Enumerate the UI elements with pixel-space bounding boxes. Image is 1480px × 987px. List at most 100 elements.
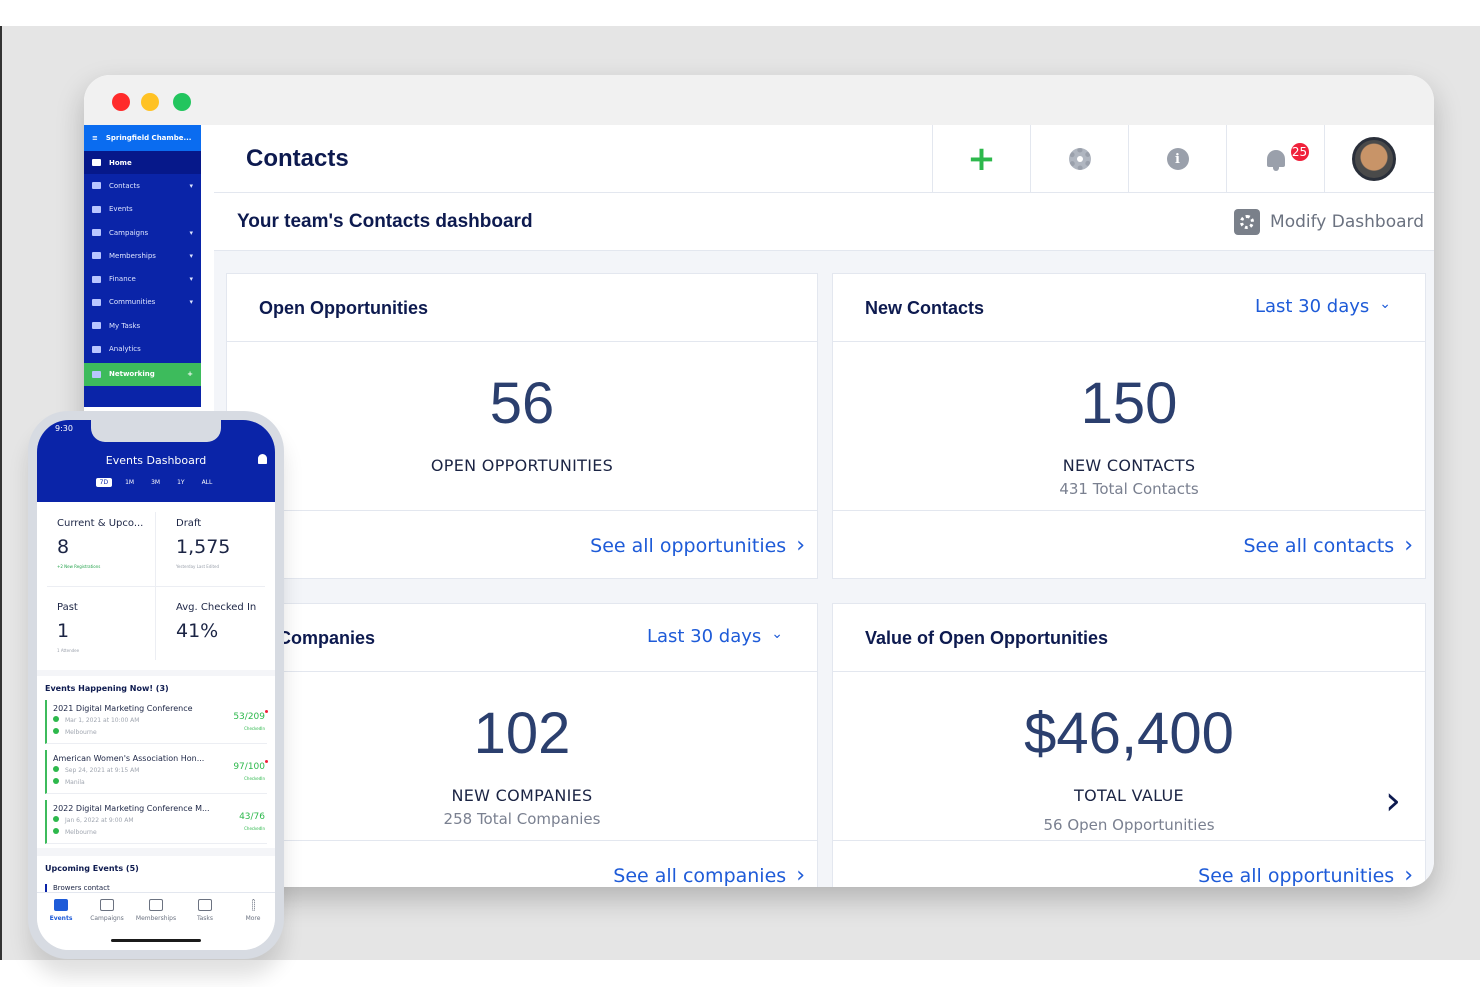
maximize-window-button[interactable] bbox=[173, 93, 191, 111]
sidebar-item-label: Home bbox=[109, 158, 132, 167]
tab-tasks[interactable]: Tasks bbox=[181, 899, 229, 922]
phone-screen: 9:30 Events Dashboard 7D 1M 3M 1Y ALL Cu… bbox=[37, 420, 275, 950]
browser-window: ≡ Springfield Chambe... Home Contacts ▾ E… bbox=[84, 75, 1434, 887]
dashboard-header: Your team's Contacts dashboard Modify Da… bbox=[214, 193, 1434, 251]
stat-value: 1 bbox=[57, 620, 70, 642]
range-1y[interactable]: 1Y bbox=[173, 478, 188, 487]
metric-label: OPEN OPPORTUNITIES bbox=[430, 456, 614, 475]
sidebar-item-finance[interactable]: Finance ▾ bbox=[84, 267, 201, 290]
list-item[interactable]: 2022 Digital Marketing Conference M... J… bbox=[45, 800, 267, 844]
date-range-dropdown[interactable]: Last 30 days bbox=[1255, 296, 1391, 317]
sidebar-item-campaigns[interactable]: Campaigns ▾ bbox=[84, 221, 201, 244]
tab-label: Events bbox=[49, 915, 73, 922]
modify-dashboard-button[interactable]: Modify Dashboard bbox=[1234, 209, 1424, 235]
sidebar-item-label: Finance bbox=[109, 275, 136, 284]
range-selector: 7D 1M 3M 1Y ALL bbox=[37, 478, 275, 487]
info-button[interactable]: i bbox=[1128, 125, 1226, 193]
sidebar-item-label: Memberships bbox=[109, 251, 156, 260]
send-icon bbox=[100, 899, 114, 911]
sidebar-item-contacts[interactable]: Contacts ▾ bbox=[84, 174, 201, 197]
phone-stats: Current & Upco... 8 +2 New Registrations… bbox=[37, 502, 275, 670]
tab-campaigns[interactable]: Campaigns bbox=[83, 899, 131, 922]
task-icon bbox=[198, 899, 212, 911]
clock-icon bbox=[53, 716, 59, 722]
stat-note: 1 Attendee bbox=[57, 648, 80, 653]
tab-events[interactable]: Events bbox=[37, 899, 85, 922]
stat-avg-checked-in[interactable]: Avg. Checked In 41% bbox=[156, 586, 275, 670]
chevron-down-icon: ▾ bbox=[189, 181, 193, 190]
metric-value: 102 bbox=[473, 701, 571, 766]
event-name: 2022 Digital Marketing Conference M... bbox=[53, 804, 210, 813]
backdrop: ≡ Springfield Chambe... Home Contacts ▾ E… bbox=[0, 26, 1480, 960]
sidebar-item-memberships[interactable]: Memberships ▾ bbox=[84, 244, 201, 267]
sidebar-item-networking[interactable]: Networking + bbox=[84, 362, 201, 386]
see-all-opportunities-link[interactable]: See all opportunities bbox=[590, 533, 805, 558]
location-pin-icon bbox=[53, 728, 59, 734]
see-all-companies-link[interactable]: See all companies bbox=[613, 863, 805, 887]
range-1m[interactable]: 1M bbox=[121, 478, 138, 487]
chevron-right-icon[interactable]: › bbox=[1385, 778, 1401, 824]
tab-more[interactable]: More bbox=[229, 899, 275, 922]
gear-icon bbox=[1068, 148, 1091, 170]
list-item[interactable]: 2021 Digital Marketing Conference Mar 1,… bbox=[45, 700, 268, 744]
checkin-label: CheckedIn bbox=[244, 776, 265, 781]
sidebar-item-events[interactable]: Events bbox=[84, 198, 201, 221]
share-icon bbox=[92, 370, 101, 378]
range-7d[interactable]: 7D bbox=[95, 478, 113, 487]
close-window-button[interactable] bbox=[112, 93, 130, 111]
metric-subtext: 431 Total Contacts bbox=[1059, 480, 1199, 498]
metric-value: 150 bbox=[1080, 371, 1178, 436]
range-all[interactable]: ALL bbox=[198, 478, 217, 487]
chevron-down-icon: ▾ bbox=[189, 275, 193, 284]
card-title: Value of Open Opportunities bbox=[865, 628, 1109, 648]
location-pin-icon bbox=[53, 828, 59, 834]
chevron-down-icon: ▾ bbox=[189, 228, 193, 237]
user-menu-button[interactable] bbox=[1324, 125, 1422, 193]
task-icon bbox=[92, 322, 101, 330]
add-button[interactable]: + bbox=[932, 125, 1030, 193]
calendar-icon bbox=[92, 205, 101, 213]
date-range-dropdown[interactable]: Last 30 days bbox=[647, 626, 783, 647]
sidebar-item-home[interactable]: Home bbox=[84, 151, 201, 175]
sidebar-item-analytics[interactable]: Analytics bbox=[84, 337, 201, 360]
hamburger-icon[interactable]: ≡ bbox=[92, 134, 98, 142]
settings-button[interactable] bbox=[1030, 125, 1128, 193]
stat-current-upcoming[interactable]: Current & Upco... 8 +2 New Registrations bbox=[37, 502, 156, 586]
bell-icon: 25 bbox=[1265, 141, 1311, 171]
stat-value: 8 bbox=[57, 536, 70, 558]
bell-icon[interactable] bbox=[258, 454, 267, 464]
crown-icon bbox=[149, 899, 163, 911]
stat-draft[interactable]: Draft 1,575 Yesterday Last Edited bbox=[156, 502, 275, 586]
section-title: Events Happening Now! (3) bbox=[45, 684, 169, 693]
dashboard-content: Open Opportunities 56 OPEN OPPORTUNITIES… bbox=[214, 251, 1434, 887]
sidebar-item-communities[interactable]: Communities ▾ bbox=[84, 291, 201, 314]
notifications-button[interactable]: 25 bbox=[1226, 125, 1324, 193]
stat-label: Past bbox=[57, 602, 78, 613]
event-date: Mar 1, 2021 at 10:00 AM bbox=[65, 717, 140, 724]
more-vertical-icon bbox=[251, 899, 255, 911]
range-3m[interactable]: 3M bbox=[147, 478, 164, 487]
card-open-opportunities: Open Opportunities 56 OPEN OPPORTUNITIES… bbox=[226, 273, 818, 579]
tab-label: Campaigns bbox=[90, 915, 124, 922]
stat-value: 1,575 bbox=[176, 536, 231, 558]
upcoming-events: Upcoming Events (5) Browers contact bbox=[37, 856, 275, 896]
live-dot bbox=[265, 760, 268, 763]
stat-past[interactable]: Past 1 1 Attendee bbox=[37, 586, 156, 670]
chevron-down-icon: ▾ bbox=[189, 251, 193, 260]
avatar bbox=[1351, 137, 1396, 181]
see-all-opportunities-link[interactable]: See all opportunities bbox=[1198, 863, 1413, 887]
minimize-window-button[interactable] bbox=[141, 93, 159, 111]
phone-title: Events Dashboard bbox=[105, 454, 207, 467]
sidebar-item-label: Networking bbox=[109, 370, 155, 379]
see-all-contacts-link[interactable]: See all contacts bbox=[1243, 533, 1413, 558]
event-location: Melbourne bbox=[65, 729, 97, 736]
location-pin-icon bbox=[53, 778, 59, 784]
list-item[interactable]: American Women's Association Hon... Sep … bbox=[45, 750, 268, 794]
tab-memberships[interactable]: Memberships bbox=[132, 899, 180, 922]
stat-value: 41% bbox=[176, 620, 219, 642]
phone-mockup: 9:30 Events Dashboard 7D 1M 3M 1Y ALL Cu… bbox=[28, 411, 284, 959]
sidebar-item-my-tasks[interactable]: My Tasks bbox=[84, 314, 201, 337]
stat-note: Yesterday Last Edited bbox=[176, 564, 220, 569]
info-icon: i bbox=[1166, 148, 1189, 170]
sidebar-org-header[interactable]: ≡ Springfield Chambe... bbox=[84, 125, 201, 151]
